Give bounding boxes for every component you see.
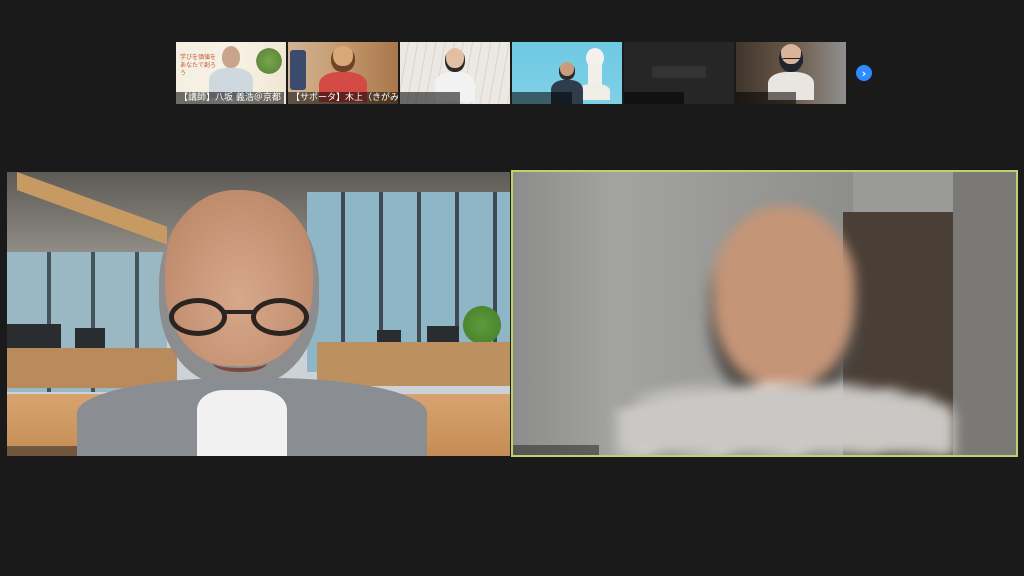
participant-name-plate [7,446,77,456]
wall-right [953,172,1016,455]
smile [213,354,267,372]
participant-name [736,92,796,104]
participant-name [400,92,460,104]
participant-thumbnail[interactable] [512,42,622,104]
participant-name-plate [513,445,599,455]
next-page-button[interactable]: › [856,65,872,81]
main-video-tile-right[interactable] [511,170,1018,457]
participant-thumbnail[interactable] [736,42,846,104]
shirt [197,390,287,456]
blurred-name-placeholder [652,66,706,78]
camera-equipment [290,50,306,90]
poster-plant [254,46,284,76]
main-video-tile-left[interactable] [7,172,510,456]
shirt-striped [617,384,955,455]
participant-thumbnail[interactable] [624,42,734,104]
blurred-person [611,206,961,455]
glasses [781,58,803,65]
participant-name: 【サポータ】木上（きがみ）... [288,92,398,104]
chevron-right-icon: › [861,66,867,80]
person-head [709,206,859,406]
participant-thumbnail[interactable]: 学びを価値を あなたで創ろう 【講師】八坂 義浩＠京都 [176,42,286,104]
participant-name [624,92,684,104]
speaker-person [77,190,427,456]
participant-thumbnail[interactable] [400,42,510,104]
participant-name: 【講師】八坂 義浩＠京都 [176,92,284,104]
participant-thumbnail[interactable]: 【サポータ】木上（きがみ）... [288,42,398,104]
glasses-icon [169,298,309,338]
participant-name [512,92,572,104]
